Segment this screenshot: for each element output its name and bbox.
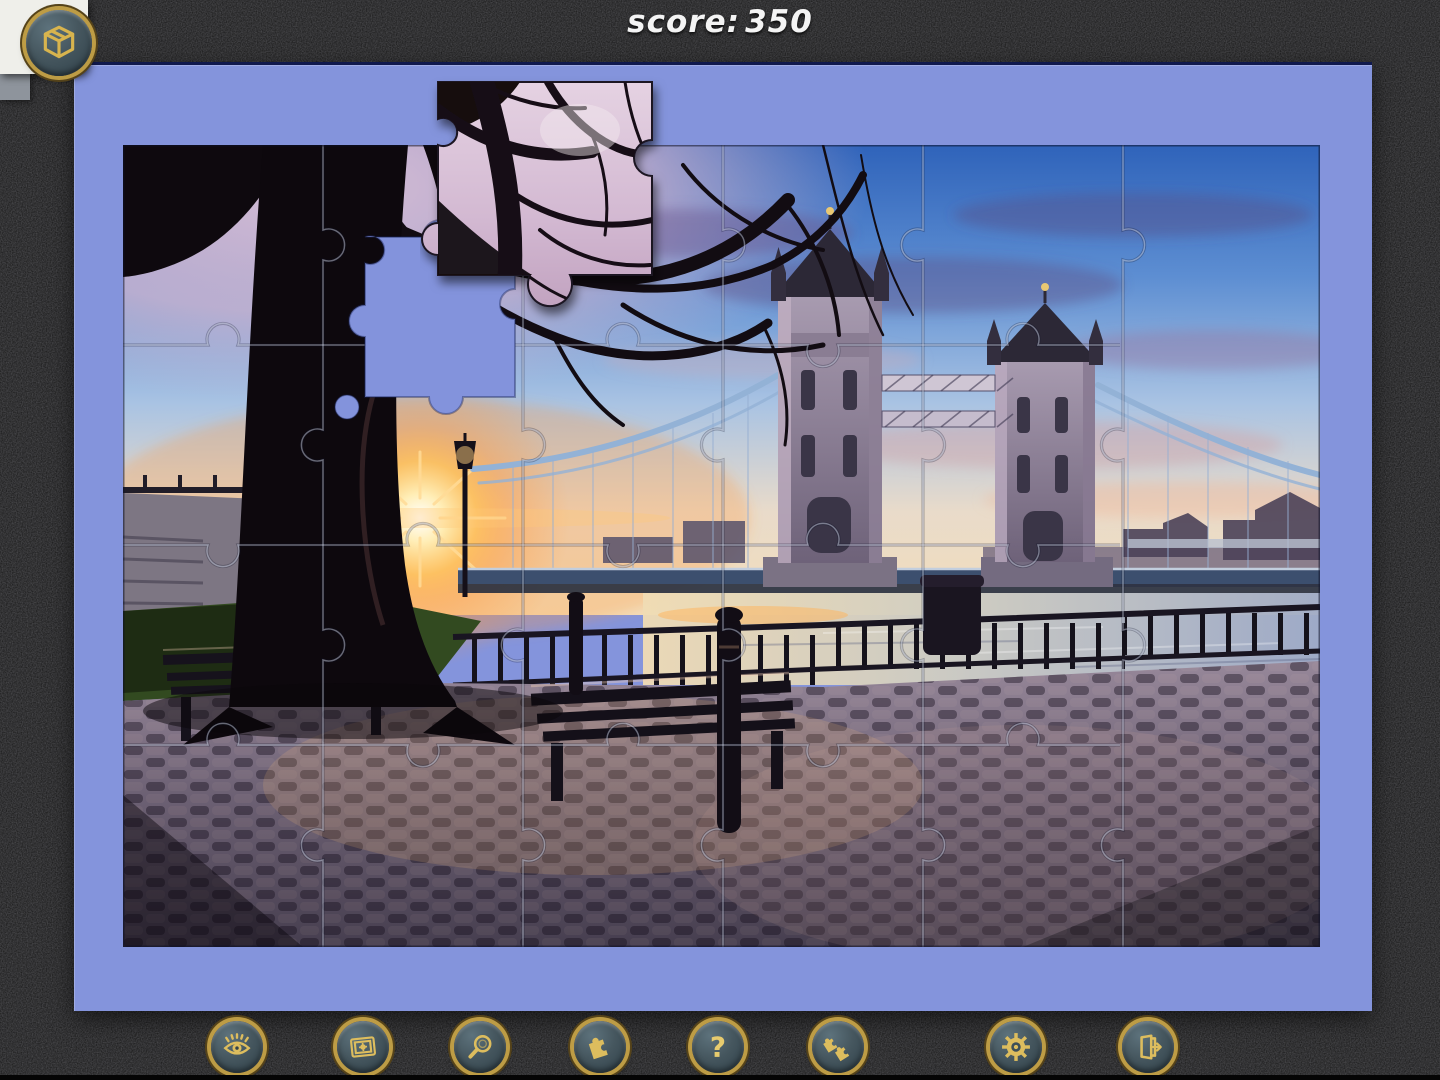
page-corner-shadow: [0, 74, 30, 100]
toolbar-button-zoom[interactable]: [454, 1021, 506, 1073]
eye-icon: [222, 1032, 252, 1062]
loose-puzzle-piece[interactable]: [420, 70, 685, 360]
picture-settings-icon: [348, 1032, 378, 1062]
puzzle-image[interactable]: [123, 145, 1320, 947]
puzzle-piece-icon: [585, 1032, 615, 1062]
cube-box-icon: [38, 22, 80, 64]
toolbar-button-image-settings[interactable]: [337, 1021, 389, 1073]
menu-box-button[interactable]: [26, 10, 92, 76]
toolbar-button-sort-pieces[interactable]: [574, 1021, 626, 1073]
svg-text:?: ?: [710, 1032, 726, 1062]
exit-door-icon: [1133, 1032, 1163, 1062]
score-value: 350: [745, 4, 813, 40]
toolbar-button-settings[interactable]: [990, 1021, 1042, 1073]
bottom-edge: [0, 1075, 1440, 1080]
toolbar-button-help[interactable]: ?: [692, 1021, 744, 1073]
score-bar: score: 350: [0, 4, 1440, 40]
puzzle-pieces-icon: [823, 1032, 853, 1062]
gear-icon: [1001, 1032, 1031, 1062]
question-mark-icon: ?: [703, 1032, 733, 1062]
score-label: score:: [627, 4, 740, 40]
magnifier-icon: [465, 1032, 495, 1062]
toolbar-button-exit[interactable]: [1122, 1021, 1174, 1073]
toolbar-button-preview[interactable]: [211, 1021, 263, 1073]
toolbar-button-arrange-pieces[interactable]: [812, 1021, 864, 1073]
game-screen: score: 350: [0, 0, 1440, 1080]
